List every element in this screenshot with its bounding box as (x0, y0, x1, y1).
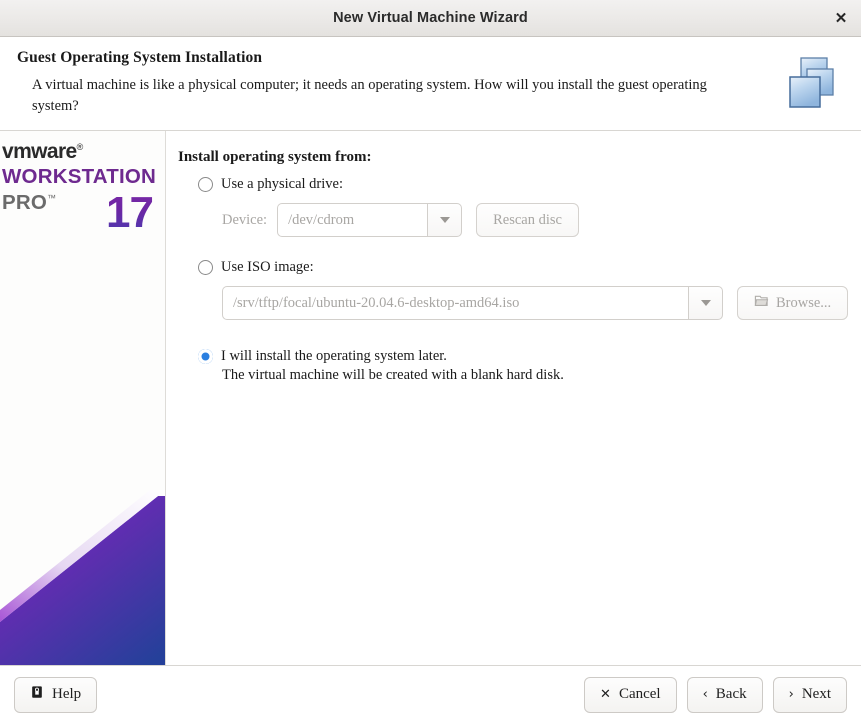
help-button[interactable]: Help (14, 676, 98, 713)
title-bar: New Virtual Machine Wizard ✕ (0, 0, 861, 37)
iso-field-row: /srv/tftp/focal/ubuntu-20.04.6-desktop-a… (222, 286, 861, 320)
close-icon[interactable]: ✕ (827, 5, 855, 31)
product-name: WORKSTATION (2, 165, 157, 188)
chevron-down-icon (439, 217, 450, 223)
sidebar-decorative-artwork (0, 490, 165, 665)
device-value[interactable]: /dev/cdrom (277, 203, 428, 237)
physical-drive-field-row: Device: /dev/cdrom Rescan disc (222, 203, 861, 237)
stacked-windows-icon (783, 55, 841, 113)
option-iso-image: Use ISO image: /srv/tftp/focal/ubuntu-20… (198, 259, 861, 320)
trademark-mark-icon: ™ (47, 192, 57, 203)
help-button-label: Help (52, 686, 82, 702)
rescan-disc-button[interactable]: Rescan disc (476, 203, 579, 237)
help-document-icon (30, 685, 44, 704)
next-button[interactable]: › Next (772, 676, 847, 713)
radio-physical-drive-label[interactable]: Use a physical drive: (221, 176, 343, 193)
chevron-left-icon: ‹ (702, 687, 708, 702)
footer-navigation-buttons: ✕ Cancel ‹ Back › Next (584, 676, 847, 713)
wizard-header: Guest Operating System Installation A vi… (0, 37, 861, 131)
iso-path-value[interactable]: /srv/tftp/focal/ubuntu-20.04.6-desktop-a… (222, 286, 688, 320)
next-button-label: Next (801, 686, 831, 702)
back-button[interactable]: ‹ Back (686, 676, 763, 713)
chevron-right-icon: › (788, 687, 794, 702)
device-dropdown-button[interactable] (427, 203, 463, 237)
browse-button[interactable]: Browse... (737, 286, 849, 320)
cancel-button[interactable]: ✕ Cancel (584, 676, 677, 713)
vmware-logo: vmware® WORKSTATION PRO™ 17 (0, 141, 165, 245)
new-virtual-machine-wizard-dialog: New Virtual Machine Wizard ✕ Guest Opera… (0, 0, 861, 723)
iso-path-combobox[interactable]: /srv/tftp/focal/ubuntu-20.04.6-desktop-a… (222, 286, 723, 320)
install-source-label: Install operating system from: (178, 149, 372, 165)
radio-physical-drive[interactable] (198, 177, 213, 192)
wizard-footer: Help ✕ Cancel ‹ Back › Next (0, 665, 861, 723)
folder-open-icon (754, 293, 769, 313)
option-physical-drive-row[interactable]: Use a physical drive: (198, 176, 861, 193)
radio-install-later[interactable] (198, 349, 213, 364)
radio-iso-image-label[interactable]: Use ISO image: (221, 259, 314, 276)
wizard-body: vmware® WORKSTATION PRO™ 17 Install oper… (0, 131, 861, 665)
version-number: 17 (106, 187, 154, 237)
chevron-down-icon (700, 300, 711, 306)
option-install-later: I will install the operating system late… (198, 348, 861, 384)
install-later-description: The virtual machine will be created with… (222, 367, 564, 383)
branding-sidebar: vmware® WORKSTATION PRO™ 17 (0, 131, 166, 665)
close-x-icon: ✕ (600, 687, 611, 702)
radio-install-later-label[interactable]: I will install the operating system late… (221, 348, 447, 365)
option-install-later-row[interactable]: I will install the operating system late… (198, 348, 861, 365)
brand-text: vmware (2, 140, 77, 163)
wizard-content: Install operating system from: Use a phy… (166, 131, 861, 665)
window-title: New Virtual Machine Wizard (333, 10, 528, 26)
option-iso-image-row[interactable]: Use ISO image: (198, 259, 861, 276)
browse-button-label: Browse... (776, 294, 832, 311)
edition-row: PRO™ 17 (0, 189, 165, 245)
radio-iso-image[interactable] (198, 260, 213, 275)
cancel-button-label: Cancel (618, 686, 661, 702)
brand-name: vmware® (0, 141, 165, 162)
option-physical-drive: Use a physical drive: Device: /dev/cdrom… (198, 176, 861, 237)
iso-dropdown-button[interactable] (688, 286, 723, 320)
registered-mark-icon: ® (76, 142, 84, 152)
page-description: A virtual machine is like a physical com… (32, 77, 707, 115)
edition-text: PRO (2, 190, 48, 214)
page-title: Guest Operating System Installation (17, 49, 263, 66)
device-label: Device: (222, 211, 268, 228)
back-button-label: Back (715, 686, 747, 702)
device-combobox[interactable]: /dev/cdrom (277, 203, 463, 237)
edition-name: PRO™ (2, 191, 56, 215)
